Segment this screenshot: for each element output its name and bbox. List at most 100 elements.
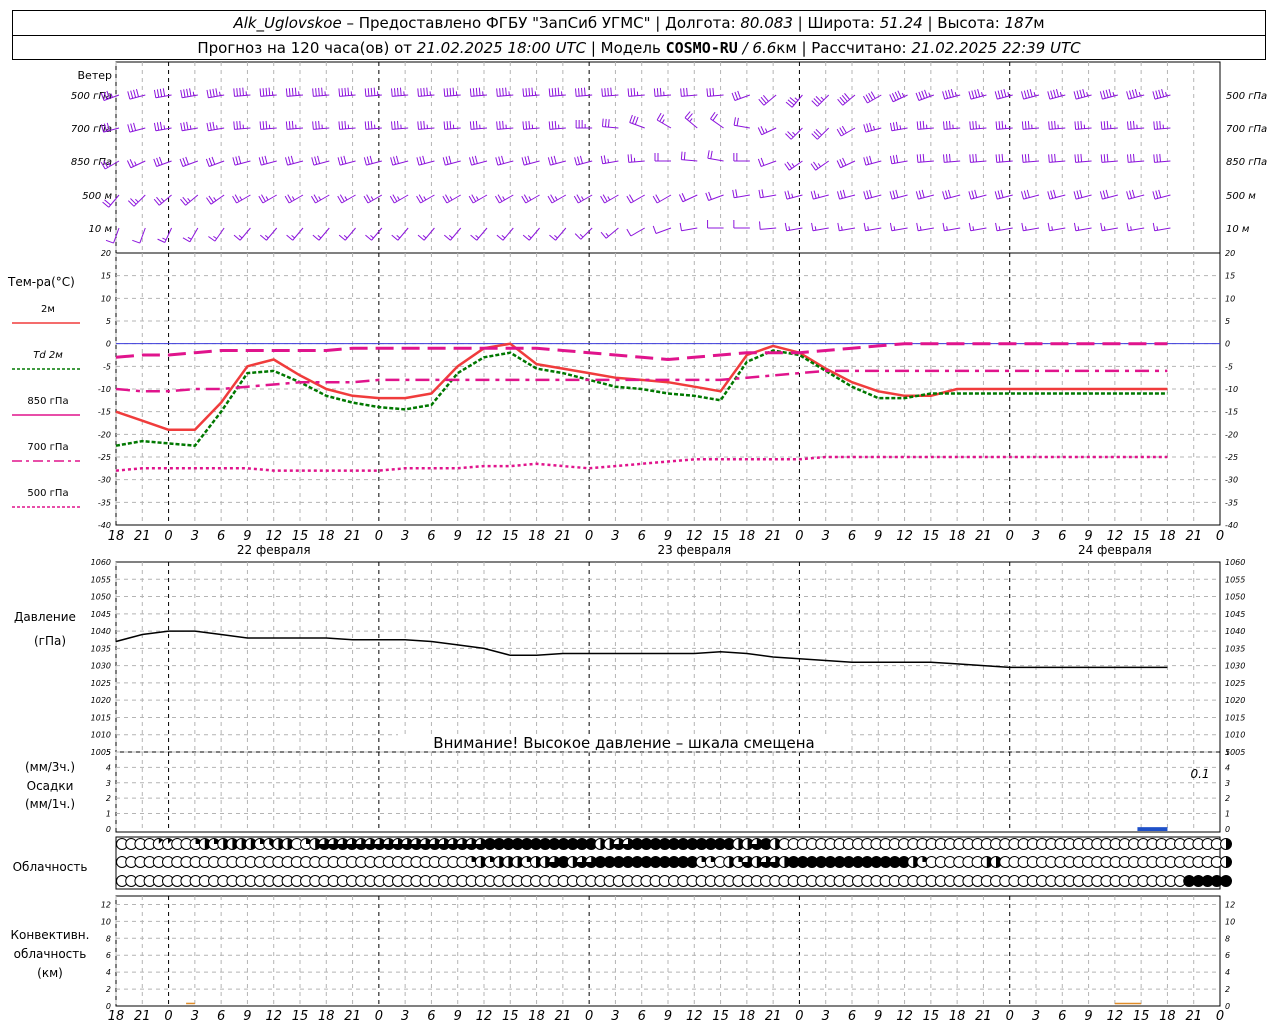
barb-feather [472, 88, 475, 97]
time-tick-label: 21 [975, 529, 992, 544]
time-tick-label: 3 [401, 529, 409, 544]
temp-title: Тем-ра(°C) [7, 275, 75, 289]
barb-half-feather [501, 235, 506, 239]
meteogram: Ветер 500 гПа 500 гПа 700 гПа 700 гПа 850 гПа… [7, 61, 1267, 1024]
time-tick-label: 18 [318, 529, 335, 544]
barb-half-feather [189, 125, 192, 130]
barb-feather [1051, 121, 1053, 130]
barb-feather [442, 195, 448, 204]
barb-feather [604, 88, 606, 97]
barb-feather [602, 194, 608, 202]
wind-barb [338, 87, 356, 97]
barb-feather [417, 88, 419, 97]
wind-barb [443, 227, 462, 241]
barb-feather [862, 95, 868, 104]
temp-ytick-right: -30 [1225, 476, 1238, 485]
barb-half-feather [1156, 226, 1159, 231]
barb-half-feather [605, 232, 609, 237]
barb-feather [1026, 189, 1030, 198]
pres-ytick-right: 1020 [1225, 696, 1245, 705]
barb-feather [603, 155, 607, 164]
barb-feather [1102, 190, 1106, 199]
barb-feather [209, 89, 212, 98]
temp-ytick: -15 [98, 408, 111, 417]
barb-feather [1079, 189, 1083, 198]
wind-barb [208, 227, 225, 242]
barb-shaft [344, 227, 356, 241]
barb-feather [632, 115, 636, 124]
time-tick-label: 18 [528, 529, 545, 544]
barb-shaft [628, 94, 645, 97]
wind-barb [653, 87, 672, 97]
barb-half-feather [764, 128, 768, 133]
barb-feather [524, 156, 528, 165]
barb-feather [318, 87, 320, 96]
barb-feather [239, 120, 241, 129]
temp-legend-label: 850 гПа [27, 396, 68, 407]
barb-shaft [446, 194, 461, 204]
barb-feather [287, 194, 293, 202]
time-tick-label-bottom: 18 [528, 1009, 545, 1024]
barb-feather [678, 194, 684, 202]
barb-shaft [214, 227, 225, 242]
barb-feather [627, 88, 630, 97]
barb-shaft [790, 127, 803, 140]
conv-ytick-right: 8 [1225, 934, 1230, 943]
barb-feather [942, 191, 946, 200]
barb-feather [866, 123, 870, 132]
wind-barb [916, 120, 934, 130]
barb-feather [393, 121, 396, 130]
barb-feather [521, 195, 527, 204]
barb-feather [1080, 120, 1083, 129]
barb-feather [577, 88, 580, 97]
barb-half-feather [397, 196, 400, 201]
barb-feather [760, 157, 765, 166]
barb-half-feather [791, 193, 794, 198]
barb-feather [472, 121, 475, 130]
barb-feather [604, 118, 607, 127]
barb-half-feather [265, 196, 269, 201]
barb-feather [186, 121, 189, 130]
barb-half-feather [607, 196, 611, 201]
barb-feather [156, 89, 160, 98]
barb-feather [1099, 91, 1103, 100]
wind-barb [548, 120, 566, 130]
barb-feather [317, 155, 321, 164]
barb-shaft [580, 227, 593, 240]
barb-half-feather [817, 193, 820, 198]
barb-feather [839, 159, 844, 167]
barb-feather [891, 93, 897, 101]
barb-shaft [917, 127, 934, 130]
barb-feather [239, 87, 241, 96]
barb-feather [971, 90, 975, 99]
time-tick-label-bottom: 15 [502, 1009, 519, 1024]
time-tick-label-bottom: 21 [555, 1009, 572, 1024]
barb-feather [502, 87, 504, 96]
barb-feather [759, 221, 761, 230]
barb-half-feather [893, 226, 896, 231]
wind-barb [391, 227, 409, 241]
barb-feather [212, 88, 215, 97]
barb-feather [1159, 153, 1161, 162]
barb-shaft [944, 127, 961, 130]
barb-half-feather [554, 196, 558, 201]
barb-feather [1026, 89, 1030, 98]
barb-feather [1020, 91, 1025, 100]
barb-half-feather [607, 158, 610, 163]
barb-feather [390, 157, 394, 166]
barb-shaft [656, 119, 672, 129]
wind-barb [707, 220, 724, 229]
barb-shaft [397, 227, 409, 241]
temp-ytick: -20 [98, 430, 111, 439]
time-tick-label-bottom: 0 [1216, 1009, 1224, 1024]
barb-shaft [628, 160, 645, 163]
barb-feather [232, 157, 236, 166]
time-tick-label-bottom: 12 [1107, 1009, 1124, 1024]
temp-ytick: 0 [106, 340, 111, 349]
barb-feather [659, 114, 665, 122]
wind-barb [1127, 120, 1145, 130]
barb-feather [1126, 222, 1129, 231]
barb-shaft [523, 127, 540, 130]
barb-shaft [710, 118, 724, 129]
barb-shaft [842, 94, 856, 106]
